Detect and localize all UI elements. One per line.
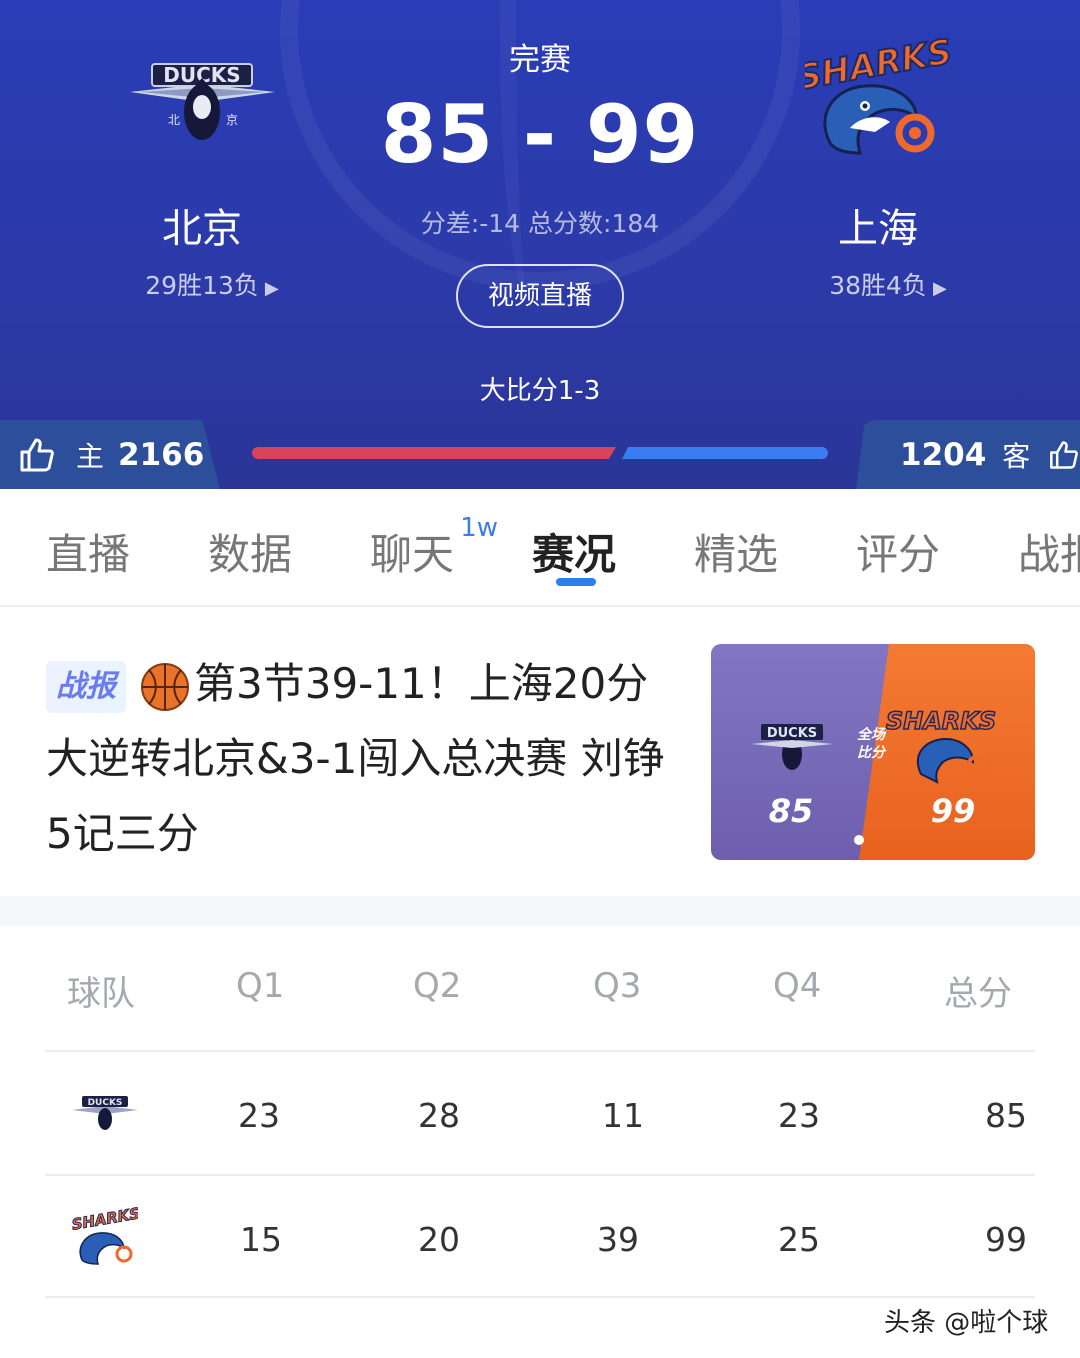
tab-ratings[interactable]: 评分	[856, 521, 940, 582]
header-q2: Q2	[413, 966, 462, 1006]
ducks-logo-icon[interactable]: DUCKS 北 京	[130, 52, 275, 147]
sharks-logo-icon[interactable]: SHARKS	[805, 28, 950, 163]
watermark: 头条 @啦个球	[884, 1308, 1049, 1338]
thumb-center-label-2: 比分	[857, 745, 887, 761]
home-support-bar	[252, 447, 616, 459]
tab-stats[interactable]: 数据	[208, 521, 292, 582]
away-team-record[interactable]: 38胜4负 ▶	[768, 266, 1008, 302]
table-divider	[45, 1296, 1035, 1298]
news-title-text: 第3节39-11！上海20分大逆转北京&3-1闯入总决赛 刘铮5记三分	[46, 659, 665, 858]
game-status: 完赛	[509, 42, 571, 78]
header-team: 球队	[67, 974, 135, 1014]
thumb-center-label-1: 全场	[857, 726, 887, 743]
row1-q1: 23	[238, 1096, 280, 1135]
away-support-bar	[622, 447, 828, 459]
chevron-right-icon: ▶	[264, 278, 279, 299]
score-card-image: DUCKS SHARKS 全场 比分 85 99	[711, 644, 1035, 860]
basketball-icon	[141, 662, 189, 711]
home-team-record[interactable]: 29胜13负 ▶	[92, 266, 332, 302]
thumb-home-score: 85	[769, 792, 814, 830]
row2-q4: 25	[778, 1220, 820, 1259]
svg-text:SHARKS: SHARKS	[72, 1204, 138, 1234]
score-summary: 分差:-14 总分数:184	[420, 209, 660, 238]
table-divider	[45, 1050, 1035, 1052]
away-like-count: 1204	[900, 436, 987, 473]
away-like-button[interactable]: 1204 客	[856, 420, 1080, 489]
header-q3: Q3	[593, 966, 642, 1006]
news-badge: 战报	[46, 660, 126, 713]
tab-chat-label: 聊天	[370, 530, 455, 579]
svg-text:北: 北	[168, 113, 180, 127]
chevron-right-icon: ▶	[932, 278, 947, 299]
row2-total: 99	[985, 1220, 1027, 1259]
match-header: DUCKS 北 京 SHARKS 北京 29胜13负 ▶ 上海 38胜4负 ▶ 完赛…	[0, 0, 1080, 489]
away-like-label: 客	[1002, 439, 1031, 473]
row2-q2: 20	[418, 1220, 460, 1259]
home-like-label: 主	[76, 439, 105, 473]
tab-report[interactable]: 战报	[1018, 521, 1080, 582]
active-tab-indicator	[556, 578, 596, 586]
header-total: 总分	[944, 974, 1012, 1014]
final-score: 85 - 99	[380, 88, 700, 181]
thumb-away-score: 99	[931, 792, 976, 830]
row2-q3: 39	[597, 1220, 639, 1259]
tab-game-status[interactable]: 赛况	[532, 521, 616, 582]
tab-chat[interactable]: 聊天 1w	[370, 513, 498, 582]
home-like-count: 2166	[118, 436, 205, 473]
away-record-text: 38胜4负	[829, 271, 927, 300]
tab-live[interactable]: 直播	[46, 521, 130, 582]
svg-text:SHARKS: SHARKS	[886, 707, 996, 735]
row2-q1: 15	[240, 1220, 282, 1259]
row1-total: 85	[985, 1096, 1027, 1135]
away-team-name[interactable]: 上海	[778, 196, 978, 254]
row1-q4: 23	[778, 1096, 820, 1135]
tab-bar: 直播 数据 聊天1w 赛况 精选 评分 战报	[0, 489, 1080, 607]
video-live-button[interactable]: 视频直播	[456, 264, 624, 328]
home-team-name[interactable]: 北京	[102, 196, 302, 254]
header-q1: Q1	[236, 966, 285, 1006]
series-score: 大比分1-3	[479, 376, 601, 406]
header-q4: Q4	[773, 966, 822, 1006]
news-thumbnail[interactable]: DUCKS SHARKS 全场 比分 85 99	[711, 644, 1035, 860]
row1-q2: 28	[418, 1096, 460, 1135]
thumbs-up-icon	[1050, 440, 1079, 469]
ducks-logo-icon[interactable]: DUCKS	[72, 1092, 138, 1132]
news-headline[interactable]: 战报 第3节39-11！上海20分大逆转北京&3-1闯入总决赛 刘铮5记三分	[46, 646, 686, 871]
home-record-text: 29胜13负	[145, 271, 259, 300]
home-like-button[interactable]: 主 2166	[0, 420, 220, 489]
section-divider	[0, 896, 1080, 926]
table-divider	[45, 1174, 1035, 1176]
thumbs-up-icon	[20, 438, 54, 471]
tab-highlights[interactable]: 精选	[694, 521, 778, 582]
svg-text:DUCKS: DUCKS	[88, 1098, 123, 1108]
svg-text:京: 京	[226, 113, 238, 127]
tab-chat-badge: 1w	[460, 513, 499, 543]
sharks-logo-icon[interactable]: SHARKS	[72, 1204, 138, 1268]
row1-q3: 11	[602, 1096, 644, 1135]
